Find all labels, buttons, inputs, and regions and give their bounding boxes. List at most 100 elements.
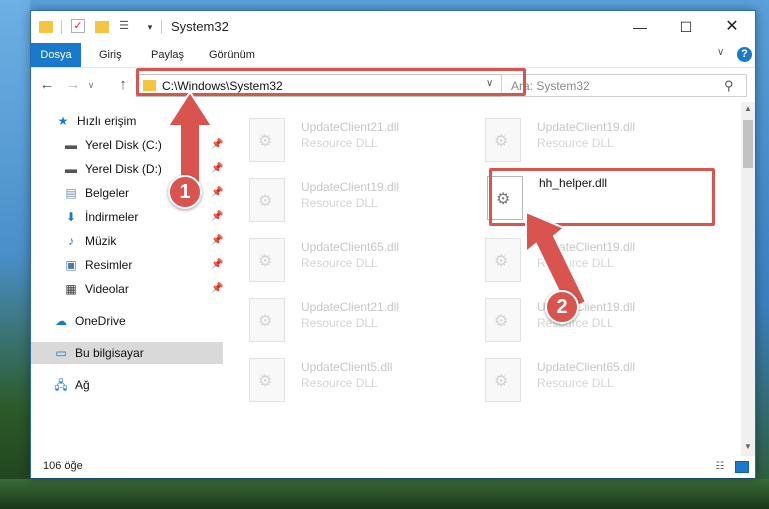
- sidebar-item-network[interactable]: 🖧 Ağ: [53, 374, 213, 396]
- scroll-thumb[interactable]: [743, 120, 753, 168]
- sidebar-item-label: Bu bilgisayar: [75, 346, 144, 360]
- file-item[interactable]: UpdateClient65.dll Resource DLL: [227, 236, 447, 286]
- file-type: Resource DLL: [537, 136, 614, 150]
- star-icon: ★: [57, 114, 69, 128]
- close-button[interactable]: ✕: [709, 11, 755, 43]
- file-item-hh-helper[interactable]: hh_helper.dll: [465, 174, 685, 224]
- file-item[interactable]: UpdateClient65.dll Resource DLL: [463, 356, 683, 406]
- sidebar-item-label: Videolar: [85, 282, 129, 296]
- vertical-scrollbar[interactable]: ▲ ▼: [741, 102, 755, 456]
- sidebar-item-this-pc[interactable]: ▭ Bu bilgisayar: [31, 342, 223, 364]
- maximize-button[interactable]: ☐: [663, 11, 709, 43]
- customize-icon[interactable]: ☰: [117, 19, 131, 33]
- search-box[interactable]: Ara: System32 ⚲: [501, 74, 747, 97]
- details-view-icon[interactable]: ☷: [713, 461, 727, 473]
- recent-locations-icon[interactable]: ∨: [85, 75, 97, 95]
- sidebar-item-music[interactable]: ♪ Müzik 📌: [63, 230, 223, 252]
- sidebar-item-label: Belgeler: [85, 186, 130, 200]
- file-item[interactable]: UpdateClient19.dll Resource DLL: [463, 116, 683, 166]
- file-name: UpdateClient21.dll: [301, 300, 400, 314]
- dll-file-icon: [485, 358, 521, 402]
- sidebar-item-label: Hızlı erişim: [77, 114, 137, 128]
- file-type: Resource DLL: [301, 316, 378, 330]
- address-dropdown-icon[interactable]: ∨: [486, 78, 493, 89]
- sidebar-item-pictures[interactable]: ▣ Resimler 📌: [63, 254, 223, 276]
- file-list: UpdateClient21.dll Resource DLL UpdateCl…: [227, 102, 741, 456]
- dll-file-icon: [487, 176, 523, 220]
- pin-icon: 📌: [211, 163, 224, 174]
- sidebar-item-label: Ağ: [75, 378, 90, 392]
- address-bar[interactable]: C:\Windows\System32 ∨ ↻: [136, 74, 520, 97]
- desktop-background-right: [755, 0, 769, 509]
- item-count: 106 öğe: [43, 460, 83, 472]
- minimize-button[interactable]: —: [617, 11, 663, 43]
- dll-file-icon: [485, 298, 521, 342]
- dll-file-icon: [249, 298, 285, 342]
- sidebar-item-onedrive[interactable]: ☁ OneDrive: [53, 310, 213, 332]
- window-title: System32: [171, 19, 229, 34]
- cloud-icon: ☁: [55, 314, 67, 328]
- sidebar-item-local-disk-c[interactable]: ▬ Yerel Disk (C:) 📌: [63, 134, 223, 156]
- sidebar-item-label: Yerel Disk (D:): [85, 162, 162, 176]
- back-arrow-icon[interactable]: ←: [37, 75, 57, 95]
- separator: [161, 20, 162, 34]
- video-icon: ▦: [65, 282, 77, 296]
- file-item[interactable]: UpdateClient5.dll Resource DLL: [227, 356, 447, 406]
- forward-arrow-icon[interactable]: →: [63, 75, 83, 95]
- search-placeholder[interactable]: Ara: System32: [511, 79, 590, 93]
- drive-icon: ▬: [65, 138, 77, 152]
- pin-icon: 📌: [211, 235, 224, 246]
- file-item[interactable]: UpdateClient21.dll Resource DLL: [227, 296, 447, 346]
- sidebar-item-local-disk-d[interactable]: ▬ Yerel Disk (D:) 📌: [63, 158, 223, 180]
- sidebar-item-label: OneDrive: [75, 314, 126, 328]
- expand-ribbon-icon[interactable]: ∨: [717, 47, 724, 58]
- up-arrow-icon[interactable]: ↑: [113, 75, 133, 95]
- sidebar-item-label: Resimler: [85, 258, 133, 272]
- file-item[interactable]: UpdateClient21.dll Resource DLL: [227, 116, 447, 166]
- file-item[interactable]: UpdateClient19.dll Resource DLL: [227, 176, 447, 226]
- dll-file-icon: [485, 118, 521, 162]
- tab-home[interactable]: Giriş: [89, 43, 132, 67]
- pin-icon: 📌: [211, 139, 224, 150]
- scroll-down-icon[interactable]: ▼: [741, 442, 755, 454]
- dll-file-icon: [249, 358, 285, 402]
- tab-share[interactable]: Paylaş: [141, 43, 194, 67]
- sidebar-item-downloads[interactable]: ⬇ İndirmeler 📌: [63, 206, 223, 228]
- scroll-up-icon[interactable]: ▲: [741, 104, 755, 116]
- folder-icon: [143, 80, 156, 91]
- file-name: hh_helper.dll: [539, 176, 608, 190]
- navigation-bar: ← → ∨ ↑ C:\Windows\System32 ∨ ↻ Ara: Sys…: [31, 67, 755, 101]
- sidebar-item-label: Yerel Disk (C:): [85, 138, 162, 152]
- tab-file[interactable]: Dosya: [31, 43, 81, 67]
- pin-icon: 📌: [211, 187, 224, 198]
- sidebar-item-videos[interactable]: ▦ Videolar 📌: [63, 278, 223, 300]
- quick-access-dropdown-icon[interactable]: ▾: [145, 19, 155, 35]
- pin-icon: 📌: [211, 211, 224, 222]
- navigation-pane: ★ Hızlı erişim ▬ Yerel Disk (C:) 📌 ▬ Yerel …: [31, 102, 225, 456]
- pictures-icon: ▣: [65, 258, 77, 272]
- separator: [61, 20, 62, 34]
- address-path[interactable]: C:\Windows\System32: [162, 79, 283, 93]
- drive-icon: ▬: [65, 162, 77, 176]
- dll-file-icon: [249, 238, 285, 282]
- file-type: Resource DLL: [301, 376, 378, 390]
- download-icon: ⬇: [65, 210, 77, 224]
- step1-callout: 1: [168, 175, 202, 209]
- sidebar-item-label: İndirmeler: [85, 210, 139, 224]
- new-folder-icon[interactable]: [95, 21, 109, 33]
- desktop-background-bottom: [0, 479, 769, 509]
- file-name: UpdateClient65.dll: [537, 360, 636, 374]
- large-icons-view-icon[interactable]: [735, 461, 749, 473]
- pin-icon: 📌: [211, 259, 224, 270]
- properties-checkbox-icon[interactable]: ✓: [71, 19, 85, 33]
- network-icon: 🖧: [54, 378, 68, 392]
- sidebar-item-label: Müzik: [85, 234, 117, 248]
- sidebar-item-quick-access[interactable]: ★ Hızlı erişim: [55, 110, 215, 132]
- file-name: UpdateClient5.dll: [301, 360, 393, 374]
- step2-callout: 2: [545, 290, 579, 324]
- tab-view[interactable]: Görünüm: [199, 43, 265, 67]
- help-icon[interactable]: ?: [737, 47, 752, 62]
- documents-icon: ▤: [65, 186, 77, 200]
- search-icon[interactable]: ⚲: [724, 78, 734, 94]
- file-item[interactable]: UpdateClient19.dll Resource DLL: [463, 236, 683, 286]
